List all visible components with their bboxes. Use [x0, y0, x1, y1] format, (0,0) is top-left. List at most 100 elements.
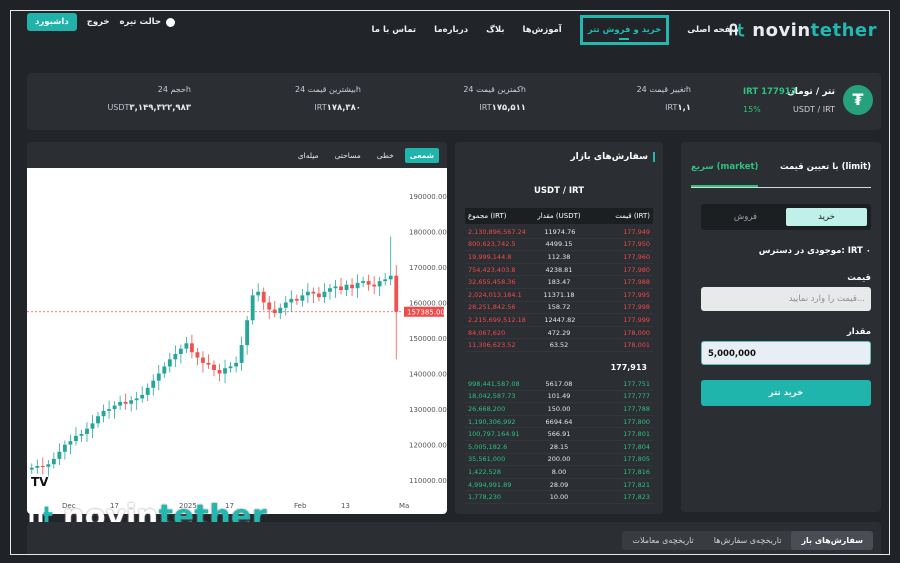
stat-high: بیشترین قیمت 24h IRT۱۷۸,۳۸۰ — [295, 85, 361, 113]
amount-cell: 472.29 — [547, 328, 571, 337]
tab-open-orders[interactable]: سفارش‌های باز — [791, 531, 873, 550]
price-cell: 177,804 — [623, 442, 650, 451]
stat-value: IRT۱۷۵,۵۱۱ — [479, 103, 526, 113]
order-row[interactable]: 178,000 472.29 84,067,620 — [465, 327, 653, 340]
candle-body — [145, 387, 150, 395]
order-row[interactable]: 178,001 63.52 11,306,623.52 — [465, 339, 653, 352]
candle-body — [366, 281, 371, 285]
nav-buy-sell-tether[interactable]: خرید و فروش تتر — [579, 15, 670, 45]
candle-body — [184, 343, 189, 349]
x-tick-label: Feb — [294, 502, 307, 510]
amount-cell: 28.09 — [549, 480, 569, 489]
order-book-pair: USDT / IRT — [533, 186, 585, 196]
tab-limit[interactable]: با تعیین قیمت (limit) — [780, 160, 871, 187]
order-row[interactable]: 177,998 158.72 28,251,842.56 — [465, 302, 653, 315]
candle-body — [189, 343, 194, 353]
price-cell: 177,800 — [623, 417, 650, 426]
candle-body — [35, 466, 40, 468]
amount-cell: 28.15 — [549, 442, 569, 451]
amount-cell: 63.52 — [549, 341, 569, 350]
total-cell: 35,561,000 — [467, 455, 506, 464]
history-tabs: سفارش‌های باز تاریخچه‌ی سفارش‌ها تاریخچه… — [622, 531, 873, 550]
total-cell: 2,215,699,512.18 — [467, 315, 526, 324]
order-row[interactable]: 177,823 10.00 1,778,230 — [465, 491, 653, 504]
order-row[interactable]: 177,777 101.49 18,042,587.73 — [465, 391, 653, 404]
total-cell: 1,778,230 — [467, 493, 502, 502]
chart-tab-candle[interactable]: شمعی — [404, 148, 439, 163]
candle-body — [388, 275, 393, 280]
top-header: novintether صفحه اصلی خرید و فروش تتر آم… — [11, 11, 889, 63]
amount-cell: 4238.81 — [545, 265, 573, 274]
order-row[interactable]: 177,801 566.91 100,797,164.91 — [465, 428, 653, 441]
tab-trade-history[interactable]: تاریخچه‌ی معاملات — [622, 531, 703, 550]
candle-body — [350, 284, 354, 289]
order-row[interactable]: 177,950 4499.15 800,623,742.5 — [465, 239, 653, 252]
candle-body — [178, 348, 183, 354]
buy-side-button[interactable]: خرید — [786, 208, 867, 226]
y-tick-label: 190000.00 — [409, 193, 447, 201]
price-cell: 177,988 — [623, 278, 650, 287]
order-row[interactable]: 177,960 112.38 19,999,144.8 — [465, 251, 653, 264]
order-row[interactable]: 177,999 12447.82 2,215,699,512.18 — [465, 314, 653, 327]
chart-canvas[interactable]: 190000.00 180000.00 170000.00 160000.00 1500… — [27, 168, 447, 514]
chart-tab-bar[interactable]: میله‌ای — [293, 148, 324, 163]
stat-low: کمترین قیمت 24h IRT۱۷۵,۵۱۱ — [463, 85, 526, 113]
price-cell: 177,999 — [623, 315, 650, 324]
y-tick-label: 150000.00 — [409, 335, 447, 343]
price-cell: 177,995 — [623, 290, 650, 299]
order-row[interactable]: 177,751 5617.08 998,441,587.08 — [465, 378, 653, 391]
chart-tab-line[interactable]: خطی — [372, 148, 399, 163]
nav-tutorials[interactable]: آموزش‌ها — [523, 17, 562, 43]
total-cell: 5,005,182.6 — [467, 442, 508, 451]
candle-body — [294, 298, 299, 301]
brand-logo[interactable]: novintether — [728, 17, 877, 43]
nav-blog[interactable]: بلاگ — [486, 17, 504, 43]
price-cell: 177,949 — [623, 227, 650, 236]
stat-label: بیشترین قیمت 24h — [295, 85, 361, 94]
price-cell: 177,751 — [623, 379, 650, 388]
total-cell: 800,623,742.5 — [467, 240, 516, 249]
order-row[interactable]: 177,995 11371.18 2,024,013,184.1 — [465, 289, 653, 302]
price-cell: 177,950 — [623, 240, 650, 249]
buy-tether-button[interactable]: خرید تتر — [701, 380, 871, 406]
amount-cell: 11974.76 — [544, 227, 576, 236]
amount-input[interactable]: 5,000,000 — [701, 341, 871, 365]
price-cell: 177,801 — [623, 430, 650, 439]
order-row[interactable]: 177,988 183.47 32,655,458.36 — [465, 276, 653, 289]
logout-link[interactable]: خروج — [87, 17, 110, 27]
total-cell: 1,190,306,992 — [467, 417, 516, 426]
order-row[interactable]: 177,804 28.15 5,005,182.6 — [465, 441, 653, 454]
sell-side-button[interactable]: فروش — [705, 208, 786, 226]
tab-order-history[interactable]: تاریخچه‌ی سفارش‌ها — [704, 531, 792, 550]
candle-body — [85, 428, 89, 434]
candlestick-chart[interactable]: 190000.00 180000.00 170000.00 160000.00 1500… — [27, 168, 447, 514]
total-cell: 2,024,013,184.1 — [467, 290, 522, 299]
price-cell: 177,788 — [623, 404, 650, 413]
price-input[interactable]: قیمت را وارد نمایید... — [701, 287, 871, 311]
dark-mode-toggle[interactable]: حالت تیره — [120, 17, 175, 27]
candle-body — [239, 345, 244, 363]
candle-body — [272, 309, 277, 314]
order-row[interactable]: 177,788 150.00 26,668,200 — [465, 403, 653, 416]
order-row[interactable]: 177,805 200.00 35,561,000 — [465, 454, 653, 467]
candle-body — [162, 366, 167, 374]
order-row[interactable]: 177,980 4238.81 754,423,403.8 — [465, 264, 653, 277]
nav-about[interactable]: درباره‌ما — [434, 17, 468, 43]
candle-body — [140, 394, 145, 399]
candle-body — [261, 291, 266, 303]
stat-value: USDT۳,۱۴۹,۳۲۲,۹۸۳ — [107, 103, 191, 113]
coin-change: 15% — [743, 105, 761, 114]
order-row[interactable]: 177,949 11974.76 2,130,896,567.24 — [465, 226, 653, 239]
dashboard-button[interactable]: داشبورد — [27, 13, 77, 31]
candle-body — [129, 400, 134, 404]
price-cell: 177,777 — [623, 392, 650, 401]
order-row[interactable]: 177,800 6694.64 1,190,306,992 — [465, 416, 653, 429]
chart-tab-area[interactable]: مساحتی — [330, 148, 366, 163]
candle-body — [305, 291, 310, 296]
nav-contact[interactable]: تماس با ما — [372, 17, 417, 43]
order-type-tabs: با تعیین قیمت (limit) سریع (market) — [691, 160, 871, 188]
order-row[interactable]: 177,816 8.00 1,422,528 — [465, 466, 653, 479]
order-row[interactable]: 177,821 28.09 4,994,991.89 — [465, 479, 653, 492]
tab-market[interactable]: سریع (market) — [691, 160, 759, 187]
nav-home[interactable]: صفحه اصلی — [687, 17, 739, 43]
